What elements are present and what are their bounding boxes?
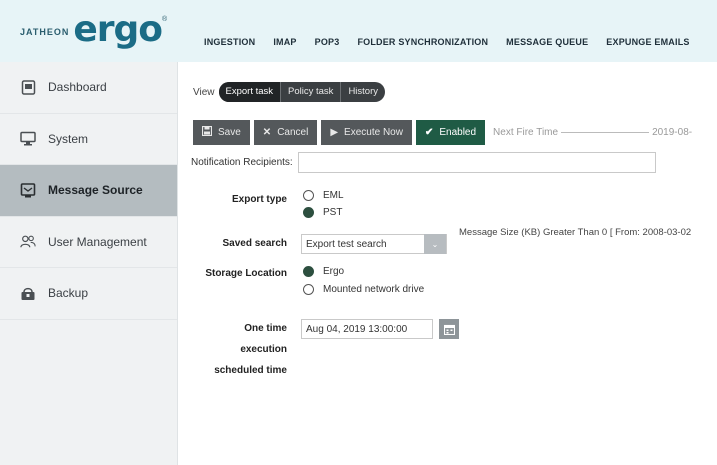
enabled-label: Enabled <box>439 127 477 138</box>
play-icon: ▶ <box>330 127 339 138</box>
radio-label: Ergo <box>323 266 345 277</box>
save-button[interactable]: Save <box>193 120 250 145</box>
tab-policy-task[interactable]: Policy task <box>281 82 342 102</box>
nav-ingestion[interactable]: INGESTION <box>204 37 255 47</box>
export-type-pst-radio[interactable]: PST <box>303 207 342 218</box>
storage-network-drive-radio[interactable]: Mounted network drive <box>303 284 424 295</box>
nav-expunge-emails[interactable]: EXPUNGE EMAILS <box>606 37 689 47</box>
save-icon <box>201 125 213 139</box>
next-fire-value: 2019-08- <box>652 127 693 138</box>
nav-imap[interactable]: IMAP <box>273 37 296 47</box>
schedule-label-line1: One time <box>244 323 287 334</box>
storage-location-label: Storage Location <box>205 268 287 279</box>
radio-selected-icon <box>303 266 314 277</box>
sidebar-item-system[interactable]: System <box>0 114 177 165</box>
cancel-button[interactable]: ✕ Cancel <box>253 120 318 145</box>
close-icon: ✕ <box>262 127 272 138</box>
sidebar-item-label: Dashboard <box>48 80 107 95</box>
dashboard-icon <box>20 79 36 95</box>
tab-history[interactable]: History <box>341 82 385 102</box>
saved-search-value: Export test search <box>306 238 387 250</box>
cancel-label: Cancel <box>277 127 309 138</box>
radio-selected-icon <box>303 207 314 218</box>
sidebar-item-label: Message Source <box>48 183 143 198</box>
enabled-toggle[interactable]: ✔ Enabled <box>415 120 486 145</box>
sidebar-item-dashboard[interactable]: Dashboard <box>0 62 177 114</box>
scheduled-time-input[interactable]: Aug 04, 2019 13:00:00 <box>301 319 433 339</box>
sidebar-item-user-management[interactable]: User Management <box>0 217 177 268</box>
saved-search-description: Message Size (KB) Greater Than 0 [ From:… <box>459 227 692 238</box>
nav-pop3[interactable]: POP3 <box>315 37 340 47</box>
jatheon-ergo-logo[interactable]: JATHEON ergo ® <box>20 10 167 50</box>
chevron-down-icon[interactable]: ⌄ <box>424 234 446 254</box>
users-icon <box>20 234 36 250</box>
save-label: Save <box>218 127 241 138</box>
storage-ergo-radio[interactable]: Ergo <box>303 266 344 277</box>
scheduled-time-value: Aug 04, 2019 13:00:00 <box>306 323 408 335</box>
sidebar-item-backup[interactable]: Backup <box>0 268 177 320</box>
trademark-icon: ® <box>162 16 168 23</box>
monitor-icon <box>20 131 36 147</box>
export-type-label: Export type <box>231 194 287 205</box>
logo-prefix: JATHEON <box>20 27 70 37</box>
nav-folder-synchronization[interactable]: FOLDER SYNCHRONIZATION <box>357 37 488 47</box>
sidebar: Dashboard System Message Source User Man… <box>0 62 178 465</box>
radio-label: EML <box>323 190 344 201</box>
notification-label: Notification Recipients: <box>191 157 293 168</box>
saved-search-label: Saved search <box>222 238 288 249</box>
toolbar: Save ✕ Cancel ▶ Execute Now ✔ Enabled Ne… <box>193 120 692 145</box>
view-tabs: Export task Policy task History <box>218 82 385 102</box>
message-source-icon <box>20 182 36 198</box>
radio-unselected-icon <box>303 284 314 295</box>
radio-label: Mounted network drive <box>323 284 425 295</box>
tab-export-task[interactable]: Export task <box>218 82 282 102</box>
app-header: JATHEON ergo ® INGESTION IMAP POP3 FOLDE… <box>0 0 717 62</box>
notification-recipients-input[interactable] <box>297 152 656 173</box>
execute-label: Execute Now <box>344 127 403 138</box>
logo-name: ergo <box>73 9 163 50</box>
notification-row: Notification Recipients: <box>191 152 656 173</box>
schedule-label-line3: scheduled time <box>214 365 287 376</box>
schedule-label-line2: execution <box>240 344 287 355</box>
sidebar-item-message-source[interactable]: Message Source <box>0 165 177 217</box>
checkmark-icon: ✔ <box>424 127 434 138</box>
export-type-eml-radio[interactable]: EML <box>303 190 344 201</box>
main-content: View Export task Policy task History Sav… <box>179 62 717 465</box>
backup-icon <box>20 285 36 301</box>
divider-line <box>561 132 650 133</box>
sidebar-item-label: System <box>48 131 89 146</box>
view-switcher: View Export task Policy task History <box>193 82 385 102</box>
next-fire-time: Next Fire Time 2019-08- <box>493 127 692 138</box>
radio-label: PST <box>323 207 343 218</box>
calendar-icon[interactable] <box>439 319 459 339</box>
sidebar-item-label: User Management <box>48 234 147 249</box>
nav-message-queue[interactable]: MESSAGE QUEUE <box>506 37 588 47</box>
view-label: View <box>193 86 215 98</box>
next-fire-label: Next Fire Time <box>493 127 559 138</box>
top-navigation: INGESTION IMAP POP3 FOLDER SYNCHRONIZATI… <box>204 37 690 47</box>
saved-search-select[interactable]: Export test search ⌄ <box>301 234 447 254</box>
radio-unselected-icon <box>303 190 314 201</box>
sidebar-item-label: Backup <box>48 286 89 301</box>
execute-now-button[interactable]: ▶ Execute Now <box>321 120 412 145</box>
